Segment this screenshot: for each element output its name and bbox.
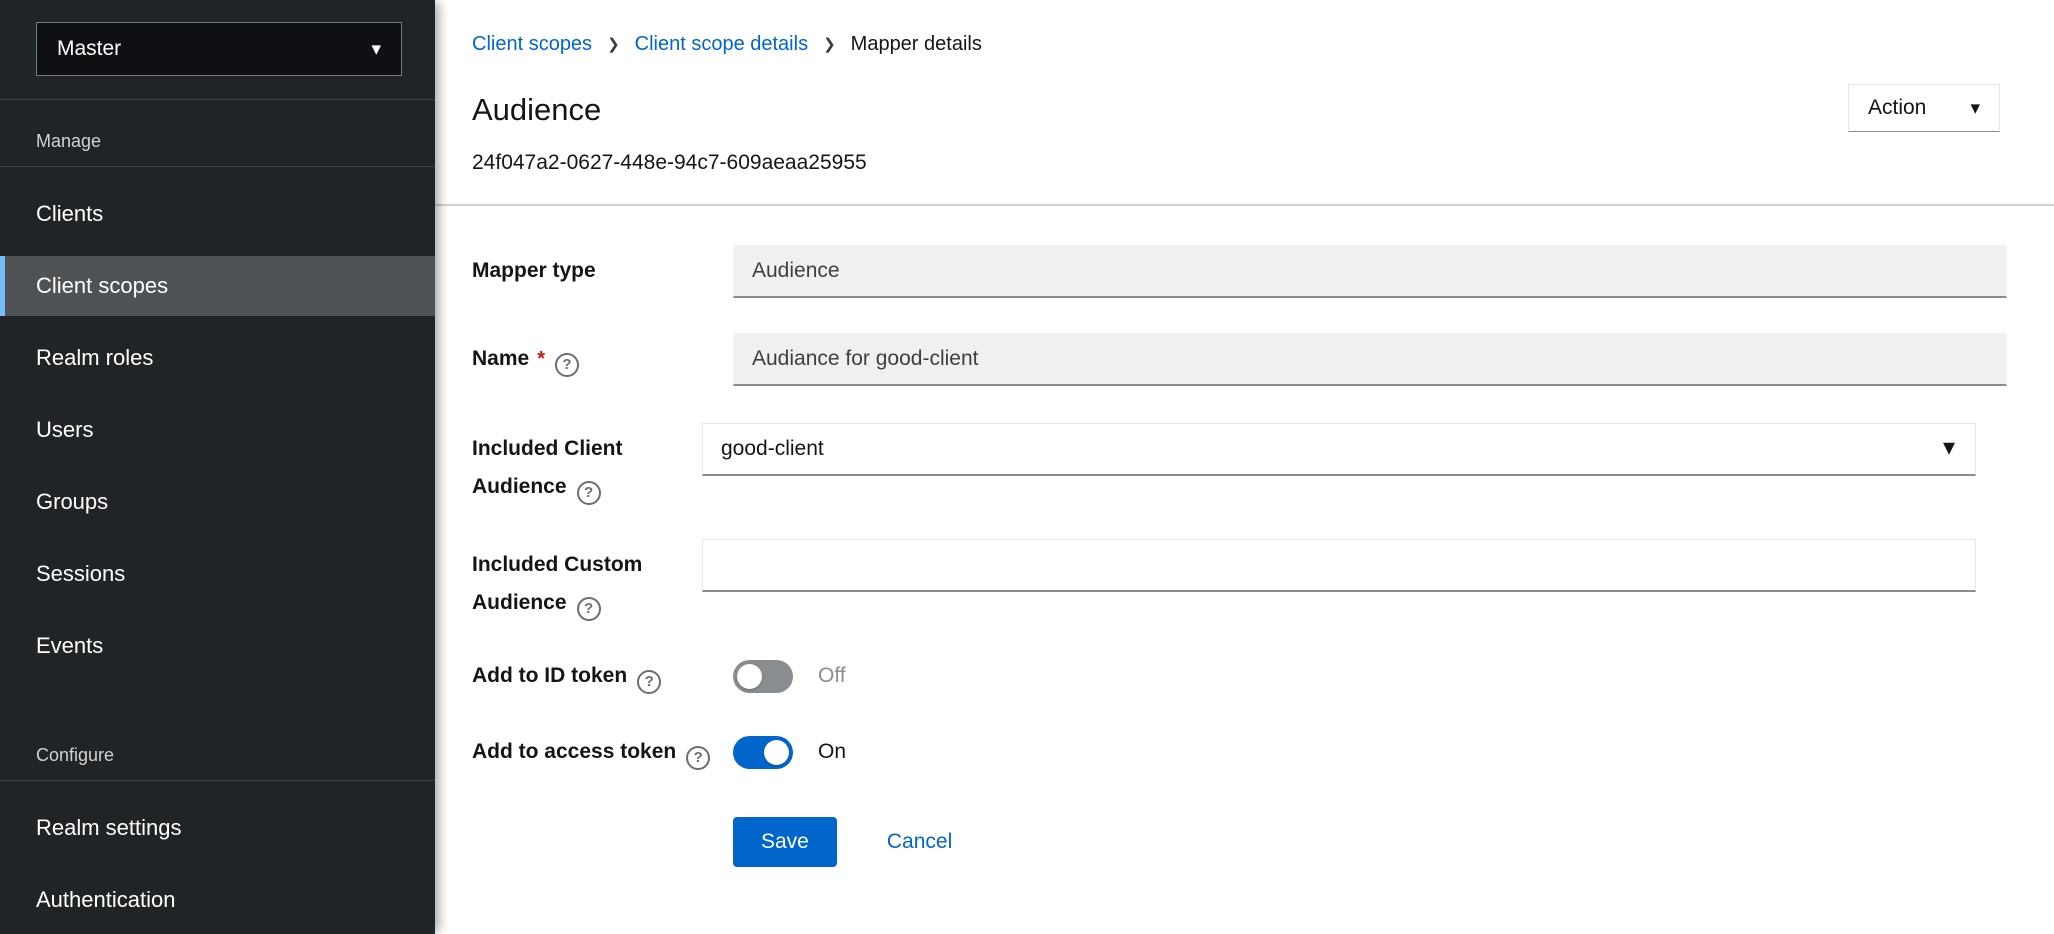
mapper-type-input bbox=[733, 245, 2007, 298]
cancel-link[interactable]: Cancel bbox=[887, 830, 952, 854]
sidebar-item-events[interactable]: Events bbox=[0, 616, 435, 676]
form-row-included-custom-audience: Included Custom Audience? bbox=[472, 539, 2007, 622]
included-client-audience-label: Included Client Audience? bbox=[472, 423, 702, 506]
realm-selector-dropdown[interactable]: Master ▾ bbox=[36, 22, 402, 76]
chevron-down-icon: ▾ bbox=[1970, 99, 1980, 118]
add-to-id-token-label: Add to ID token? bbox=[472, 658, 733, 694]
included-client-audience-control: good-client ▾ bbox=[702, 423, 1976, 476]
page-header: Client scopes ❯ Client scope details ❯ M… bbox=[435, 0, 2054, 206]
toggle-knob bbox=[764, 740, 789, 765]
chevron-down-icon: ▾ bbox=[1943, 436, 1955, 460]
mapper-type-control bbox=[733, 245, 2007, 298]
add-to-access-token-control: On bbox=[733, 734, 2007, 770]
sidebar: Master ▾ Manage Clients Client scopes Re… bbox=[0, 0, 435, 934]
main-content: Client scopes ❯ Client scope details ❯ M… bbox=[435, 0, 2054, 934]
page-title: Audience bbox=[472, 91, 2000, 129]
name-input bbox=[733, 333, 2007, 386]
help-icon[interactable]: ? bbox=[555, 353, 579, 377]
form-actions-buttons: Save Cancel bbox=[733, 817, 2007, 867]
help-icon[interactable]: ? bbox=[577, 597, 601, 621]
breadcrumb-link-client-scope-details[interactable]: Client scope details bbox=[635, 32, 808, 56]
form-row-name: Name*? bbox=[472, 333, 2007, 386]
add-to-id-token-toggle[interactable] bbox=[733, 660, 793, 693]
nav-group-title-manage: Manage bbox=[0, 100, 435, 166]
app-root: Master ▾ Manage Clients Client scopes Re… bbox=[0, 0, 2054, 934]
included-client-audience-select[interactable]: good-client ▾ bbox=[702, 423, 1976, 476]
mapper-details-form: Mapper type Name*? Included Client Audie… bbox=[435, 206, 2054, 867]
nav-group-title-configure: Configure bbox=[0, 688, 435, 780]
form-row-add-to-id-token: Add to ID token? Off bbox=[472, 658, 2007, 694]
add-to-id-token-state: Off bbox=[818, 664, 846, 688]
sidebar-nav-configure: Realm settings Authentication bbox=[0, 781, 435, 930]
add-to-access-token-toggle[interactable] bbox=[733, 736, 793, 769]
help-icon[interactable]: ? bbox=[686, 746, 710, 770]
help-icon[interactable]: ? bbox=[577, 481, 601, 505]
add-to-id-token-control: Off bbox=[733, 658, 2007, 694]
included-custom-audience-label: Included Custom Audience? bbox=[472, 539, 702, 622]
form-actions-spacer bbox=[472, 839, 733, 846]
add-to-access-token-label: Add to access token? bbox=[472, 734, 733, 770]
sidebar-item-sessions[interactable]: Sessions bbox=[0, 544, 435, 604]
angle-right-icon: ❯ bbox=[607, 31, 620, 57]
form-actions: Save Cancel bbox=[472, 817, 2007, 867]
realm-name: Master bbox=[57, 37, 121, 61]
save-button[interactable]: Save bbox=[733, 817, 837, 867]
sidebar-item-clients[interactable]: Clients bbox=[0, 184, 435, 244]
chevron-down-icon: ▾ bbox=[371, 40, 381, 59]
sidebar-item-realm-roles[interactable]: Realm roles bbox=[0, 328, 435, 388]
breadcrumb-link-client-scopes[interactable]: Client scopes bbox=[472, 32, 592, 56]
breadcrumb: Client scopes ❯ Client scope details ❯ M… bbox=[472, 31, 2000, 57]
action-dropdown-label: Action bbox=[1868, 96, 1926, 120]
required-indicator: * bbox=[537, 348, 545, 370]
sidebar-item-users[interactable]: Users bbox=[0, 400, 435, 460]
page-subtitle-id: 24f047a2-0627-448e-94c7-609aeaa25955 bbox=[472, 150, 2000, 176]
included-custom-audience-input[interactable] bbox=[702, 539, 1976, 592]
sidebar-item-authentication[interactable]: Authentication bbox=[0, 870, 435, 930]
angle-right-icon: ❯ bbox=[823, 31, 836, 57]
name-label: Name*? bbox=[472, 333, 733, 378]
name-control bbox=[733, 333, 2007, 386]
included-custom-audience-control bbox=[702, 539, 1976, 592]
toggle-knob bbox=[737, 664, 762, 689]
form-row-mapper-type: Mapper type bbox=[472, 245, 2007, 298]
sidebar-item-groups[interactable]: Groups bbox=[0, 472, 435, 532]
mapper-type-label: Mapper type bbox=[472, 245, 733, 290]
help-icon[interactable]: ? bbox=[637, 670, 661, 694]
sidebar-item-realm-settings[interactable]: Realm settings bbox=[0, 798, 435, 858]
breadcrumb-current-mapper-details: Mapper details bbox=[851, 32, 982, 56]
form-row-add-to-access-token: Add to access token? On bbox=[472, 734, 2007, 770]
action-dropdown-button[interactable]: Action ▾ bbox=[1848, 84, 2000, 132]
form-row-included-client-audience: Included Client Audience? good-client ▾ bbox=[472, 423, 2007, 506]
add-to-access-token-state: On bbox=[818, 740, 846, 764]
sidebar-nav-manage: Clients Client scopes Realm roles Users … bbox=[0, 167, 435, 676]
included-client-audience-value: good-client bbox=[721, 437, 824, 460]
sidebar-item-client-scopes[interactable]: Client scopes bbox=[0, 256, 435, 316]
